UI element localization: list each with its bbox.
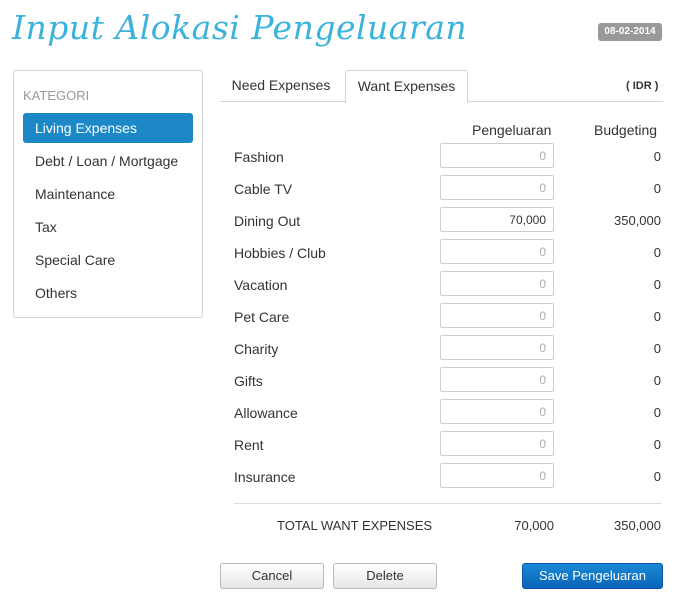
page-title: Input Alokasi Pengeluaran [12,8,468,47]
budget-value: 0 [653,181,661,196]
sidebar-item-debt-loan-mortgage[interactable]: Debt / Loan / Mortgage [23,146,193,176]
expense-row-insurance: Insurance 0 [234,461,661,493]
budget-value: 350,000 [614,213,661,228]
row-label: Insurance [234,469,296,485]
row-label: Charity [234,341,279,357]
budget-value: 0 [653,277,661,292]
save-pengeluaran-button[interactable]: Save Pengeluaran [522,563,663,589]
budget-value: 0 [653,437,661,452]
expense-row-cable-tv: Cable TV 0 [234,173,661,205]
pengeluaran-input-hobbies-club[interactable] [440,239,554,264]
row-label: Cable TV [234,181,293,197]
row-label: Gifts [234,373,263,389]
expense-row-allowance: Allowance 0 [234,397,661,429]
budget-value: 0 [653,309,661,324]
expense-row-charity: Charity 0 [234,333,661,365]
expense-row-gifts: Gifts 0 [234,365,661,397]
sidebar-item-tax[interactable]: Tax [23,212,193,242]
expense-row-rent: Rent 0 [234,429,661,461]
total-pengeluaran: 70,000 [514,518,554,533]
budget-value: 0 [653,405,661,420]
sidebar-item-maintenance[interactable]: Maintenance [23,179,193,209]
pengeluaran-input-rent[interactable] [440,431,554,456]
row-label: Pet Care [234,309,290,325]
pengeluaran-input-vacation[interactable] [440,271,554,296]
row-label: Allowance [234,405,298,421]
total-divider [234,503,661,504]
expense-row-dining-out: Dining Out 350,000 [234,205,661,237]
pengeluaran-input-charity[interactable] [440,335,554,360]
total-label: TOTAL WANT EXPENSES [277,518,433,533]
sidebar-item-special-care[interactable]: Special Care [23,245,193,275]
tab-want-expenses[interactable]: Want Expenses [345,70,468,103]
pengeluaran-input-insurance[interactable] [440,463,554,488]
delete-button[interactable]: Delete [333,563,437,589]
budget-value: 0 [653,245,661,260]
pengeluaran-input-allowance[interactable] [440,399,554,424]
expense-tabs: Need Expenses Want Expenses [220,70,663,103]
column-header-budgeting: Budgeting [594,122,658,138]
cancel-button[interactable]: Cancel [220,563,324,589]
column-header-pengeluaran: Pengeluaran [472,122,552,138]
category-sidebar: KATEGORI Living Expenses Debt / Loan / M… [13,70,203,318]
budget-value: 0 [653,149,661,164]
pengeluaran-input-fashion[interactable] [440,143,554,168]
pengeluaran-input-dining-out[interactable] [440,207,554,232]
row-label: Vacation [234,277,288,293]
total-budgeting: 350,000 [614,518,661,533]
sidebar-item-others[interactable]: Others [23,278,193,308]
row-label: Dining Out [234,213,301,229]
tab-need-expenses[interactable]: Need Expenses [220,70,342,102]
expense-row-vacation: Vacation 0 [234,269,661,301]
expense-row-pet-care: Pet Care 0 [234,301,661,333]
budget-value: 0 [653,341,661,356]
currency-label: ( IDR ) [626,80,659,92]
budget-value: 0 [653,373,661,388]
sidebar-heading: KATEGORI [23,88,90,103]
expense-row-hobbies-club: Hobbies / Club 0 [234,237,661,269]
expense-row-fashion: Fashion 0 [234,141,661,173]
sidebar-item-living-expenses[interactable]: Living Expenses [23,113,193,143]
pengeluaran-input-cable-tv[interactable] [440,175,554,200]
row-label: Rent [234,437,264,453]
pengeluaran-input-gifts[interactable] [440,367,554,392]
row-label: Fashion [234,149,284,165]
budget-value: 0 [653,469,661,484]
row-label: Hobbies / Club [234,245,326,261]
date-badge: 08-02-2014 [598,23,662,41]
pengeluaran-input-pet-care[interactable] [440,303,554,328]
